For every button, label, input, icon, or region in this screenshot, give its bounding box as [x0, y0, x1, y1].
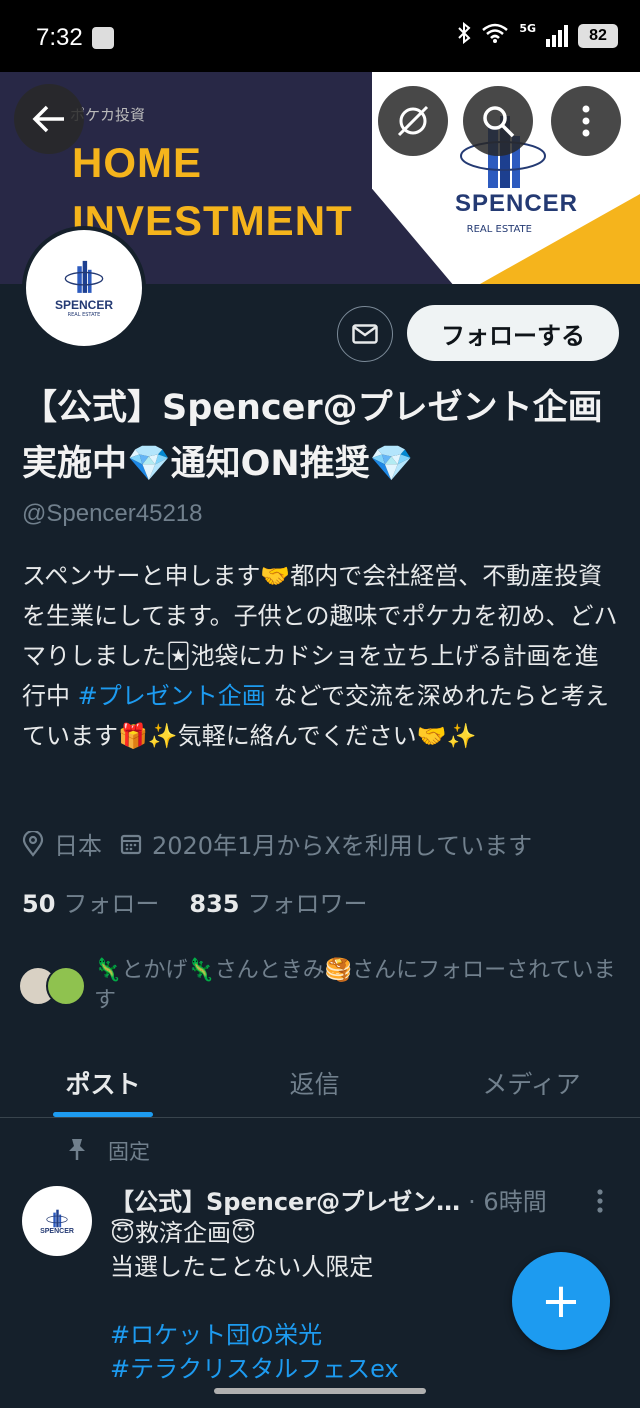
post-header: 【公式】Spencer@プレゼン… · 6時間 — [110, 1182, 580, 1217]
follow-button[interactable]: フォローする — [407, 305, 619, 361]
profile-meta: 日本 2020年1月からXを利用しています — [22, 826, 550, 861]
more-options-button[interactable] — [551, 86, 621, 156]
wifi-icon — [481, 22, 509, 49]
banner-headline-line1: HOME — [72, 139, 202, 186]
profile-avatar[interactable]: SPENCER REAL ESTATE — [22, 226, 146, 350]
following-label: フォロー — [63, 890, 160, 918]
home-indicator[interactable] — [214, 1388, 426, 1394]
post-time: · 6時間 — [468, 1188, 547, 1216]
bluetooth-icon — [457, 21, 471, 49]
slash-circle-icon — [397, 105, 429, 137]
tab-posts[interactable]: ポスト — [0, 1048, 206, 1117]
notification-icon — [92, 27, 114, 49]
status-time: 7:32 — [36, 24, 83, 51]
following-count: 50 — [22, 890, 56, 918]
pinned-label: 固定 — [108, 1140, 150, 1164]
more-vertical-icon — [597, 1189, 603, 1213]
followers-count: 835 — [189, 890, 240, 918]
followed-by-text: 🦎とかげ🦎さんときみ🥞さんにフォローされています — [94, 958, 616, 1013]
avatar-logo-name: SPENCER — [54, 298, 113, 312]
arrow-left-icon — [32, 105, 64, 133]
post-author[interactable]: 【公式】Spencer@プレゼン… — [110, 1182, 460, 1217]
display-name: 【公式】Spencer@プレゼント企画実施中💎通知ON推奨💎 — [22, 388, 603, 484]
user-handle: @Spencer45218 — [22, 500, 203, 527]
banner-logo-name: SPENCER — [454, 190, 578, 217]
pinned-indicator: 固定 — [66, 1136, 150, 1166]
status-icons: 5G 82 — [457, 21, 618, 49]
follow-counts: 50 フォロー 835 フォロワー — [22, 884, 368, 919]
network-type: 5G — [519, 22, 536, 35]
message-button[interactable] — [337, 306, 393, 362]
followers-link[interactable]: 835 フォロワー — [189, 884, 367, 919]
join-date: 2020年1月からXを利用しています — [120, 826, 532, 861]
location-pin-icon — [22, 830, 44, 857]
join-date-text: 2020年1月からXを利用しています — [152, 832, 533, 860]
bio-hashtag-link[interactable]: #プレゼント企画 — [78, 682, 266, 710]
mail-icon — [352, 324, 378, 344]
profile-tabs: ポスト 返信 メディア — [0, 1048, 640, 1118]
location-text: 日本 — [54, 832, 102, 860]
compose-button[interactable]: + — [512, 1252, 610, 1350]
following-link[interactable]: 50 フォロー — [22, 884, 159, 919]
banner-logo-sub: REAL ESTATE — [466, 224, 532, 235]
search-button[interactable] — [463, 86, 533, 156]
follower-avatar — [46, 966, 86, 1006]
profile-bio: スペンサーと申します🤝都内で会社経営、不動産投資を生業にしてます。子供との趣味で… — [22, 556, 622, 756]
back-button[interactable] — [14, 84, 84, 154]
avatar-logo-sub: REAL ESTATE — [67, 312, 101, 318]
status-bar: 7:32 5G 82 — [0, 0, 640, 72]
post-line1: 😇救済企画😇 — [110, 1219, 257, 1247]
banner-headline: HOME INVESTMENT — [72, 134, 353, 250]
tab-media[interactable]: メディア — [423, 1048, 640, 1117]
post-hashtag2[interactable]: #テラクリスタルフェスex — [110, 1352, 610, 1380]
location: 日本 — [22, 826, 102, 861]
pin-icon — [66, 1137, 88, 1166]
tab-replies[interactable]: 返信 — [206, 1048, 423, 1117]
battery-icon: 82 — [578, 23, 618, 48]
signal-icon — [546, 24, 568, 47]
more-vertical-icon — [582, 105, 590, 137]
followers-label: フォロワー — [247, 890, 368, 918]
calendar-icon — [120, 833, 142, 855]
building-logo-icon — [64, 260, 104, 293]
translate-button[interactable] — [378, 86, 448, 156]
search-icon — [483, 106, 515, 138]
